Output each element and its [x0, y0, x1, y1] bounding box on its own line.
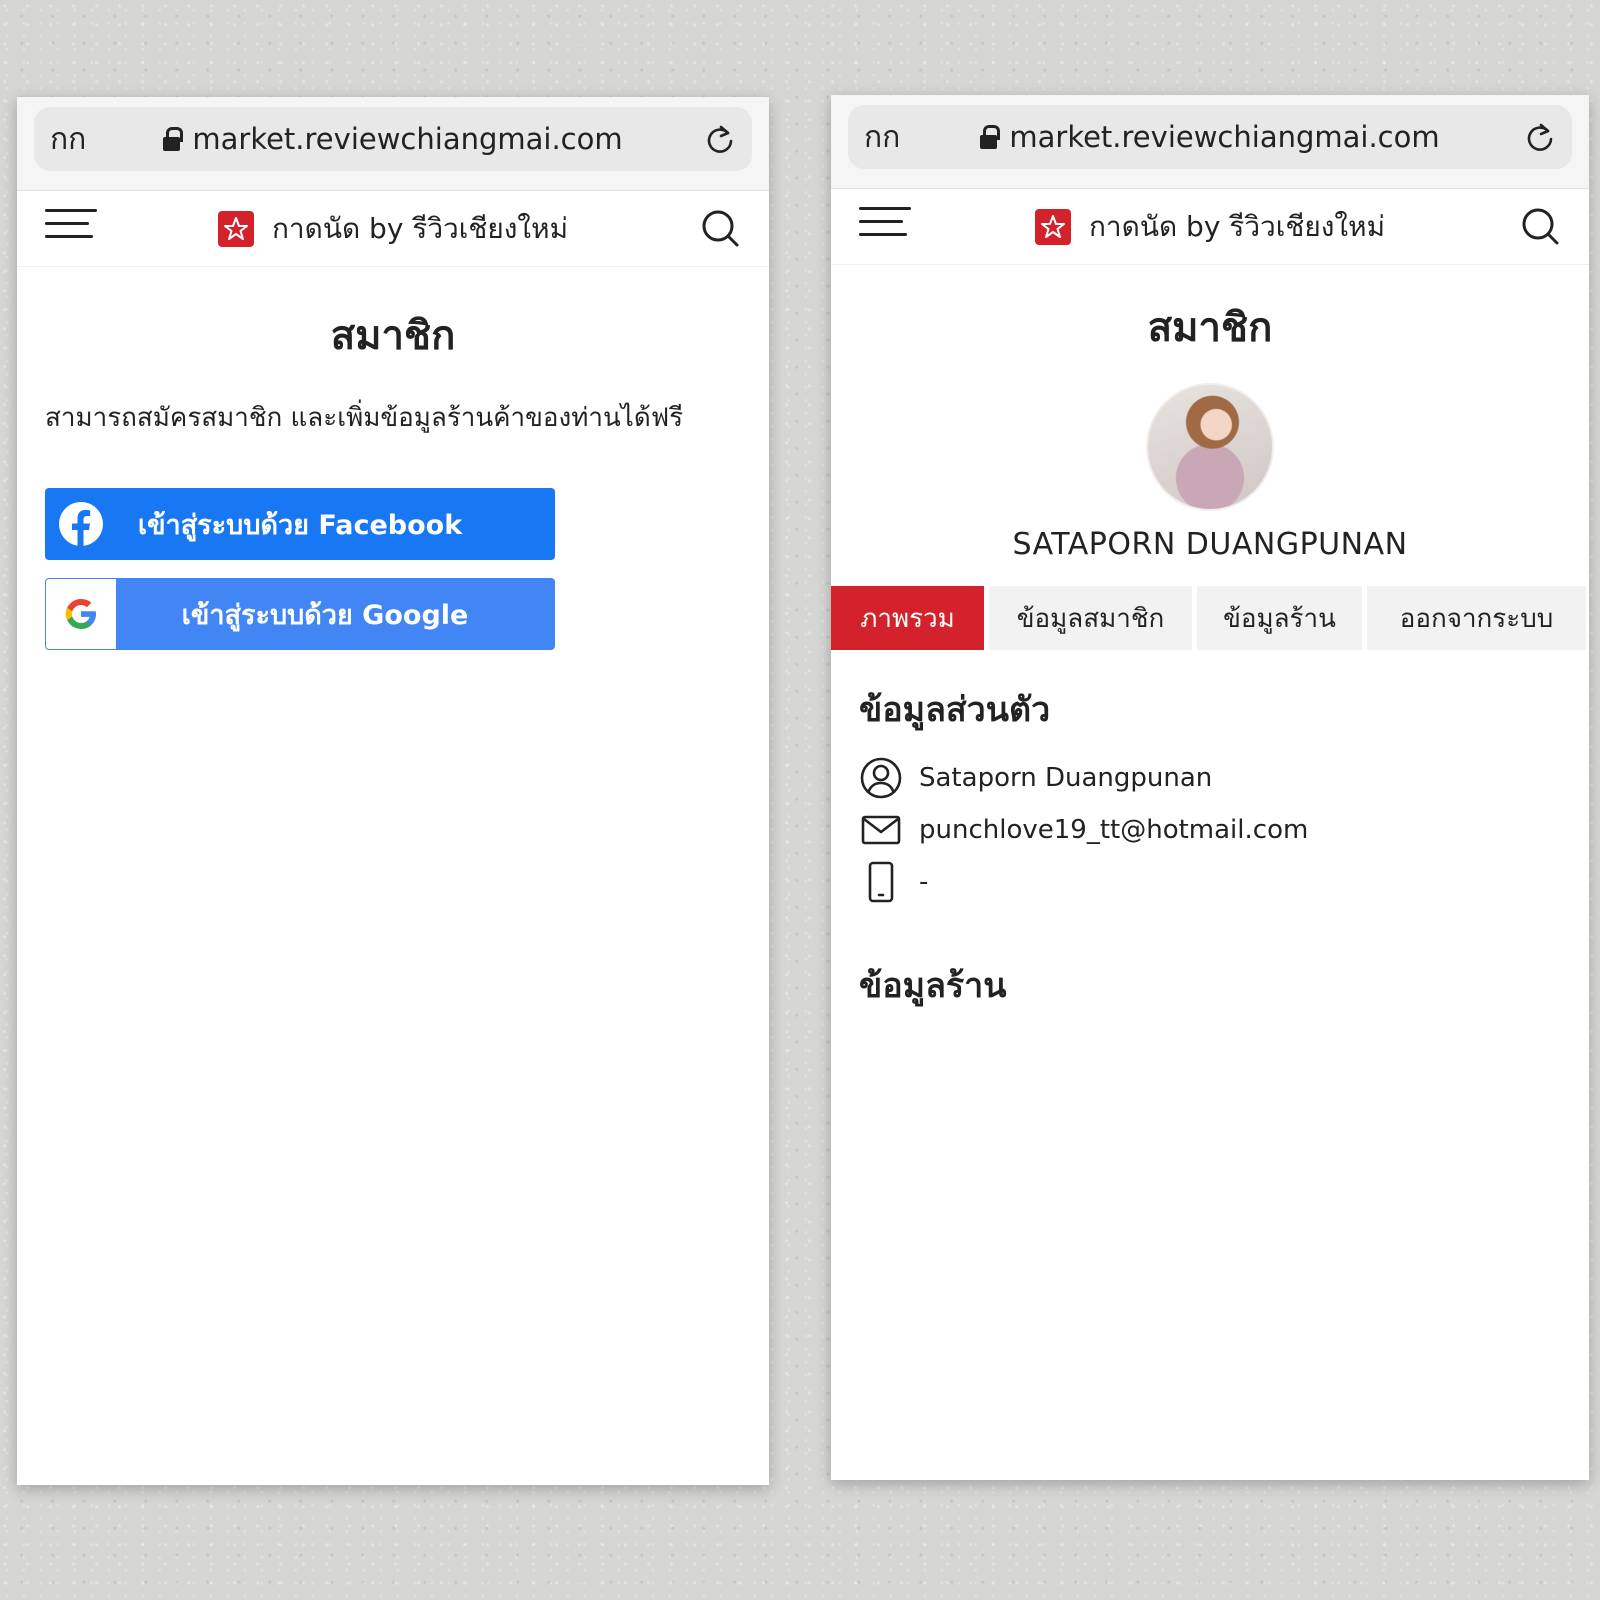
brand-logo	[1034, 209, 1071, 245]
info-row-phone: -	[831, 856, 1589, 908]
member-phone: -	[919, 867, 929, 897]
hamburger-menu-icon[interactable]	[45, 209, 97, 245]
member-name: SATAPORN DUANGPUNAN	[1012, 527, 1408, 562]
phone-icon	[868, 861, 894, 903]
tab-member-info[interactable]: ข้อมูลสมาชิก	[989, 586, 1192, 650]
url-display[interactable]: market.reviewchiangmai.com	[848, 120, 1572, 154]
tab-logout[interactable]: ออกจากระบบ	[1367, 586, 1586, 650]
page-title: สมาชิก	[1147, 305, 1273, 351]
login-description: สามารถสมัครสมาชิก และเพิ่มข้อมูลร้านค้าข…	[45, 403, 684, 433]
reload-icon[interactable]	[702, 121, 738, 157]
google-icon	[46, 579, 116, 649]
url-text: market.reviewchiangmai.com	[1009, 120, 1440, 154]
browser-bar: กก market.reviewchiangmai.com	[17, 97, 769, 191]
text-size-button[interactable]: กก	[50, 116, 86, 163]
user-circle-icon	[860, 757, 902, 799]
info-row-email: punchlove19_tt@hotmail.com	[831, 804, 1589, 856]
address-bar[interactable]: กก market.reviewchiangmai.com	[848, 105, 1572, 169]
hamburger-menu-icon[interactable]	[859, 207, 911, 243]
profile-screen: กก market.reviewchiangmai.com กาดนัด by …	[831, 95, 1589, 1480]
facebook-login-label: เข้าสู่ระบบด้วย Facebook	[137, 509, 463, 541]
url-display[interactable]: market.reviewchiangmai.com	[34, 122, 752, 156]
lock-icon	[163, 127, 184, 151]
lock-icon	[980, 125, 1001, 149]
personal-info-list: Sataporn Duangpunan punchlove19_tt@hotma…	[831, 752, 1589, 908]
facebook-icon	[59, 502, 103, 546]
browser-bar: กก market.reviewchiangmai.com	[831, 95, 1589, 189]
reload-icon[interactable]	[1522, 119, 1558, 155]
profile-tabs: ภาพรวม ข้อมูลสมาชิก ข้อมูลร้าน ออกจากระบ…	[831, 586, 1589, 650]
info-row-name: Sataporn Duangpunan	[831, 752, 1589, 804]
shop-info-heading: ข้อมูลร้าน	[859, 966, 1007, 1006]
site-header: กาดนัด by รีวิวเชียงใหม่	[17, 191, 769, 267]
site-header: กาดนัด by รีวิวเชียงใหม่	[831, 189, 1589, 265]
brand-logo	[217, 211, 254, 247]
address-bar[interactable]: กก market.reviewchiangmai.com	[34, 107, 752, 171]
brand-name: กาดนัด by รีวิวเชียงใหม่	[1088, 210, 1386, 243]
member-full-name: Sataporn Duangpunan	[919, 763, 1213, 793]
google-login-button[interactable]: เข้าสู่ระบบด้วย Google	[45, 578, 555, 650]
star-icon	[1040, 215, 1065, 238]
personal-info-heading: ข้อมูลส่วนตัว	[859, 690, 1051, 730]
text-size-button[interactable]: กก	[864, 114, 900, 161]
brand-name: กาดนัด by รีวิวเชียงใหม่	[271, 212, 569, 245]
tab-overview[interactable]: ภาพรวม	[831, 586, 984, 650]
brand: กาดนัด by รีวิวเชียงใหม่	[831, 189, 1589, 265]
url-text: market.reviewchiangmai.com	[192, 122, 623, 156]
page-title: สมาชิก	[330, 313, 456, 359]
tab-shop-info[interactable]: ข้อมูลร้าน	[1197, 586, 1362, 650]
mail-icon	[861, 815, 901, 845]
avatar	[1146, 383, 1274, 511]
search-icon[interactable]	[699, 207, 741, 249]
brand: กาดนัด by รีวิวเชียงใหม่	[17, 191, 769, 267]
facebook-login-button[interactable]: เข้าสู่ระบบด้วย Facebook	[45, 488, 555, 560]
member-email: punchlove19_tt@hotmail.com	[919, 815, 1309, 845]
google-login-label: เข้าสู่ระบบด้วย Google	[181, 599, 469, 631]
login-screen: กก market.reviewchiangmai.com กาดนัด by …	[17, 97, 769, 1485]
star-icon	[223, 217, 248, 240]
search-icon[interactable]	[1519, 205, 1561, 247]
